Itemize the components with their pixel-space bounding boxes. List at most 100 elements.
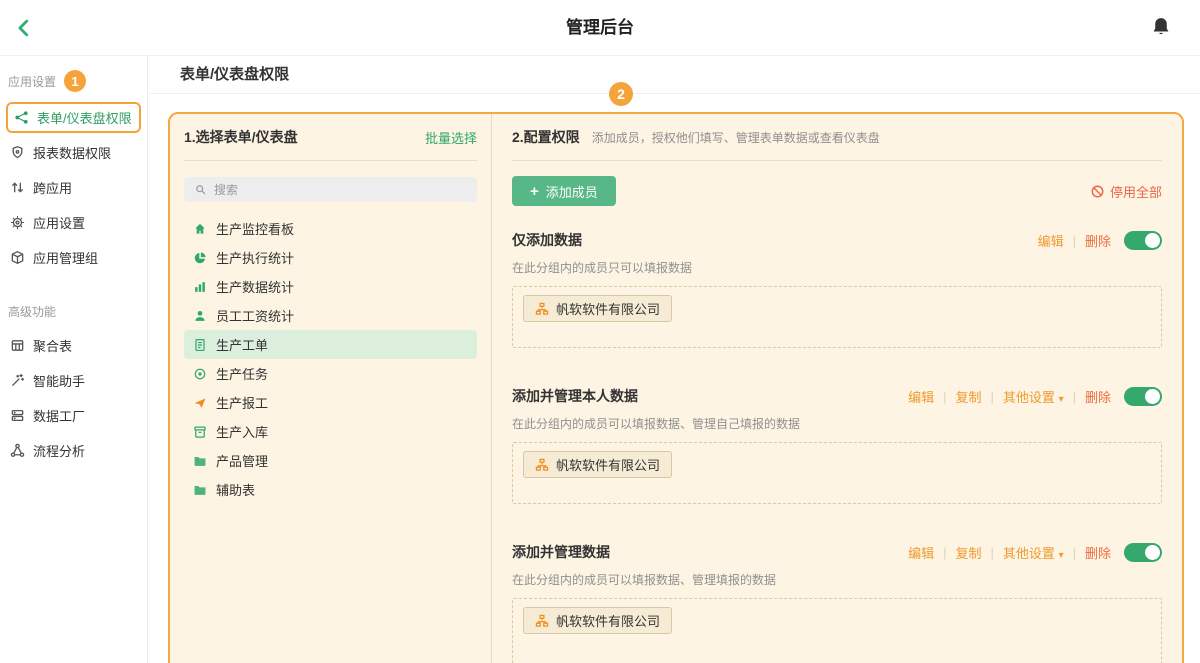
form-search-box[interactable] [184,177,477,202]
form-list: 生产监控看板 生产执行统计 生产数据统计 [184,214,477,504]
flow-nodes-icon [10,443,25,458]
form-list-item[interactable]: 生产任务 [184,359,477,388]
chevron-down-icon: ▾ [1059,550,1064,561]
form-item-label: 生产入库 [216,422,268,441]
member-chip[interactable]: 帆软软件有限公司 [523,451,672,478]
sidebar-item-cross-app[interactable]: 跨应用 [0,170,147,205]
form-selector-header: 1.选择表单/仪表盘 批量选择 [184,114,477,161]
form-item-label: 生产数据统计 [216,277,294,296]
sidebar-item-label: 流程分析 [33,441,85,460]
add-member-button[interactable]: + 添加成员 [512,176,616,206]
document-icon [193,338,207,352]
sidebar-item-label: 智能助手 [33,371,85,390]
sidebar-section-advanced: 高级功能 [0,289,147,328]
form-item-label: 生产监控看板 [216,219,294,238]
action-separator: | [1073,545,1076,560]
org-structure-icon [535,302,549,316]
form-selector-column: 1.选择表单/仪表盘 批量选择 生产监控看板 [170,114,492,663]
sidebar-item-data-factory[interactable]: 数据工厂 [0,398,147,433]
action-separator: | [943,389,946,404]
sidebar-item-form-dashboard-permission[interactable]: 表单/仪表盘权限 [6,102,141,133]
sidebar-section-label: 应用设置 [8,73,56,90]
member-drop-area: 帆软软件有限公司 [512,286,1162,348]
stack-icon [10,408,25,423]
form-list-item[interactable]: 生产执行统计 [184,243,477,272]
sidebar-item-report-data-permission[interactable]: 报表数据权限 [0,135,147,170]
permission-toolbar: + 添加成员 停用全部 [512,176,1162,206]
member-chip[interactable]: 帆软软件有限公司 [523,607,672,634]
member-name: 帆软软件有限公司 [556,299,660,318]
form-item-label: 产品管理 [216,451,268,470]
tutorial-step-1-badge: 1 [64,70,86,92]
delete-link[interactable]: 删除 [1085,543,1111,562]
form-item-label: 员工工资统计 [216,306,294,325]
member-drop-area: 帆软软件有限公司 [512,598,1162,663]
permission-group-manage-own: 添加并管理本人数据 编辑 | 复制 | 其他设置 ▾ | 删除 在此分组内的成员 [512,386,1162,504]
group-description: 在此分组内的成员只可以填报数据 [512,259,1162,276]
action-separator: | [991,545,994,560]
prohibit-icon [1090,184,1105,199]
pie-chart-icon [193,251,207,265]
form-list-item[interactable]: 生产数据统计 [184,272,477,301]
group-description: 在此分组内的成员可以填报数据、管理填报的数据 [512,571,1162,588]
sidebar-item-app-settings[interactable]: 应用设置 [0,205,147,240]
copy-link[interactable]: 复制 [956,543,982,562]
sidebar-item-smart-assistant[interactable]: 智能助手 [0,363,147,398]
swap-arrows-icon [10,180,25,195]
copy-link[interactable]: 复制 [956,387,982,406]
sidebar-item-label: 应用设置 [33,213,85,232]
add-member-label: 添加成员 [546,182,598,201]
chevron-down-icon: ▾ [1059,394,1064,405]
batch-select-link[interactable]: 批量选择 [425,128,477,147]
form-item-label: 生产执行统计 [216,248,294,267]
share-nodes-icon [14,110,29,125]
form-list-item-selected[interactable]: 生产工单 [184,330,477,359]
sidebar-item-label: 跨应用 [33,178,72,197]
cube-icon [10,250,25,265]
form-list-item[interactable]: 员工工资统计 [184,301,477,330]
other-settings-dropdown[interactable]: 其他设置 ▾ [1003,387,1064,406]
bell-icon[interactable] [1150,16,1172,38]
sidebar-item-aggregate-table[interactable]: 聚合表 [0,328,147,363]
sidebar-item-app-management-group[interactable]: 应用管理组 [0,240,147,275]
form-item-label: 生产工单 [216,335,268,354]
permission-group-manage-all: 添加并管理数据 编辑 | 复制 | 其他设置 ▾ | 删除 在此分组内的成员可以 [512,542,1162,663]
back-chevron-icon[interactable] [13,17,35,39]
disable-all-link[interactable]: 停用全部 [1090,182,1162,201]
group-description: 在此分组内的成员可以填报数据、管理自己填报的数据 [512,415,1162,432]
group-name: 添加并管理本人数据 [512,386,638,406]
sidebar-item-process-analysis[interactable]: 流程分析 [0,433,147,468]
search-icon [194,183,207,196]
permission-config-panel: 1.选择表单/仪表盘 批量选择 生产监控看板 [168,112,1184,663]
group-enabled-toggle[interactable] [1124,387,1162,406]
group-enabled-toggle[interactable] [1124,543,1162,562]
person-icon [193,309,207,323]
search-input[interactable] [214,183,467,197]
member-drop-area: 帆软软件有限公司 [512,442,1162,504]
main-content: 表单/仪表盘权限 2 1.选择表单/仪表盘 批量选择 [149,56,1200,663]
group-name: 添加并管理数据 [512,542,610,562]
sidebar-item-label: 数据工厂 [33,406,85,425]
form-list-item[interactable]: 生产报工 [184,388,477,417]
sidebar-item-label: 表单/仪表盘权限 [37,108,132,127]
permission-column: 2.配置权限 添加成员，授权他们填写、管理表单数据或查看仪表盘 + 添加成员 停… [492,114,1182,663]
form-list-item[interactable]: 生产监控看板 [184,214,477,243]
delete-link[interactable]: 删除 [1085,231,1111,250]
target-icon [193,367,207,381]
sidebar-section-label: 高级功能 [8,303,56,320]
delete-link[interactable]: 删除 [1085,387,1111,406]
form-list-item[interactable]: 产品管理 [184,446,477,475]
form-list-item[interactable]: 生产入库 [184,417,477,446]
action-separator: | [943,545,946,560]
form-list-item[interactable]: 辅助表 [184,475,477,504]
edit-link[interactable]: 编辑 [1038,231,1064,250]
shield-icon [10,145,25,160]
permission-title: 2.配置权限 [512,127,580,147]
sidebar-item-label: 应用管理组 [33,248,98,267]
edit-link[interactable]: 编辑 [908,387,934,406]
other-settings-dropdown[interactable]: 其他设置 ▾ [1003,543,1064,562]
group-enabled-toggle[interactable] [1124,231,1162,250]
home-icon [193,222,207,236]
member-chip[interactable]: 帆软软件有限公司 [523,295,672,322]
edit-link[interactable]: 编辑 [908,543,934,562]
